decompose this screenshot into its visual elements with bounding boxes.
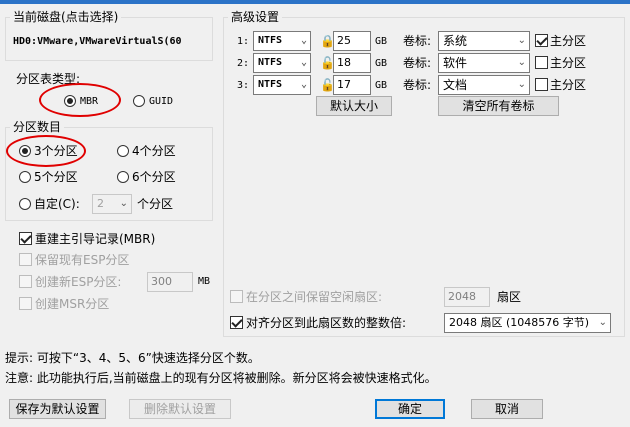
row3-volume-label-value: 文档	[443, 78, 468, 92]
custom-partitions-value: 2	[97, 197, 104, 210]
row3-volume-label-select[interactable]: 文档 ⌄	[438, 75, 530, 95]
ok-button[interactable]: 确定	[375, 399, 445, 419]
row2-primary-checkbox[interactable]	[535, 56, 548, 69]
save-default-button[interactable]: 保存为默认设置	[9, 399, 106, 419]
row3-size-input[interactable]: 17	[333, 75, 371, 95]
esp-size-input: 300	[147, 272, 193, 292]
mbr-highlight-circle	[39, 83, 121, 117]
row1-index: 1:	[237, 36, 250, 47]
four-partitions-label[interactable]: 4个分区	[132, 144, 176, 158]
row2-volume-label-select[interactable]: 软件 ⌄	[438, 53, 530, 73]
reserve-sectors-checkbox	[230, 290, 243, 303]
chevron-down-icon: ⌄	[517, 57, 526, 68]
cancel-button[interactable]: 取消	[471, 399, 543, 419]
align-sectors-value: 2048 扇区 (1048576 字节)	[449, 316, 590, 329]
keep-esp-checkbox	[19, 253, 32, 266]
row1-primary-checkbox[interactable]	[535, 34, 548, 47]
delete-default-button: 删除默认设置	[129, 399, 231, 419]
rebuild-mbr-label[interactable]: 重建主引导记录(MBR)	[35, 232, 155, 246]
chevron-down-icon: ⌄	[517, 79, 526, 90]
guid-radio[interactable]	[133, 95, 145, 107]
row2-volume-label-value: 软件	[443, 56, 468, 70]
reserve-sectors-label: 在分区之间保留空闲扇区:	[246, 290, 383, 304]
advanced-settings-title: 高级设置	[228, 10, 283, 24]
row3-primary-label[interactable]: 主分区	[550, 78, 586, 92]
row2-index: 2:	[237, 58, 250, 69]
align-sectors-select[interactable]: 2048 扇区 (1048576 字节) ⌄	[444, 313, 611, 333]
row3-fs-value: NTFS	[258, 79, 283, 90]
custom-partitions-radio[interactable]	[19, 198, 31, 210]
three-partitions-highlight-circle	[6, 135, 86, 167]
row1-size-input[interactable]: 25	[333, 31, 371, 51]
five-partitions-radio[interactable]	[19, 171, 31, 183]
five-partitions-label[interactable]: 5个分区	[34, 170, 78, 184]
row3-index: 3:	[237, 80, 250, 91]
row1-volume-label-value: 系统	[443, 34, 468, 48]
chevron-down-icon: ⌄	[598, 317, 607, 328]
row3-fs-select[interactable]: NTFS ⌄	[253, 75, 311, 95]
row1-fs-value: NTFS	[258, 35, 283, 46]
chevron-down-icon: ⌄	[517, 35, 526, 46]
reserve-sectors-unit: 扇区	[497, 290, 522, 304]
esp-size-unit: MB	[198, 276, 211, 287]
create-esp-label: 创建新ESP分区:	[35, 275, 122, 289]
reserve-sectors-input: 2048	[444, 287, 490, 307]
row3-size-unit: GB	[375, 80, 388, 91]
create-msr-checkbox	[19, 297, 32, 310]
four-partitions-radio[interactable]	[117, 145, 129, 157]
custom-partitions-suffix: 个分区	[137, 197, 174, 211]
warning-text: 注意: 此功能执行后,当前磁盘上的现有分区将被删除。新分区将会被快速格式化。	[5, 371, 437, 385]
row2-fs-value: NTFS	[258, 57, 283, 68]
row2-size-unit: GB	[375, 58, 388, 69]
rebuild-mbr-checkbox[interactable]	[19, 232, 32, 245]
chevron-down-icon: ⌄	[300, 57, 307, 68]
window-top-border	[0, 0, 630, 4]
row2-primary-label[interactable]: 主分区	[550, 56, 586, 70]
row1-volume-label-select[interactable]: 系统 ⌄	[438, 31, 530, 51]
align-partitions-checkbox[interactable]	[230, 316, 243, 329]
chevron-down-icon: ⌄	[300, 79, 307, 90]
six-partitions-radio[interactable]	[117, 171, 129, 183]
chevron-down-icon: ⌄	[119, 198, 128, 209]
row1-fs-select[interactable]: NTFS ⌄	[253, 31, 311, 51]
row1-volume-label-text: 卷标:	[403, 34, 432, 48]
default-size-button[interactable]: 默认大小	[316, 96, 392, 116]
partition-count-title: 分区数目	[10, 120, 65, 134]
row2-fs-select[interactable]: NTFS ⌄	[253, 53, 311, 73]
hint-text: 提示: 可按下“3、4、5、6”快速选择分区个数。	[5, 351, 260, 365]
create-msr-label: 创建MSR分区	[35, 297, 110, 311]
custom-partitions-select: 2 ⌄	[92, 194, 132, 214]
create-esp-checkbox	[19, 275, 32, 288]
disk-selector[interactable]: HD0:VMware,VMwareVirtualS(60	[10, 33, 208, 53]
clear-all-labels-button[interactable]: 清空所有卷标	[438, 96, 559, 116]
row2-size-input[interactable]: 18	[333, 53, 371, 73]
keep-esp-label: 保留现有ESP分区	[35, 253, 130, 267]
align-partitions-label[interactable]: 对齐分区到此扇区数的整数倍:	[246, 316, 406, 330]
row3-primary-checkbox[interactable]	[535, 78, 548, 91]
row2-volume-label-text: 卷标:	[403, 56, 432, 70]
guid-label[interactable]: GUID	[149, 95, 173, 109]
current-disk-title: 当前磁盘(点击选择)	[10, 10, 122, 24]
six-partitions-label[interactable]: 6个分区	[132, 170, 176, 184]
row1-size-unit: GB	[375, 36, 388, 47]
row1-primary-label[interactable]: 主分区	[550, 34, 586, 48]
custom-partitions-label[interactable]: 自定(C):	[34, 197, 80, 211]
chevron-down-icon: ⌄	[300, 35, 307, 46]
row3-volume-label-text: 卷标:	[403, 78, 432, 92]
